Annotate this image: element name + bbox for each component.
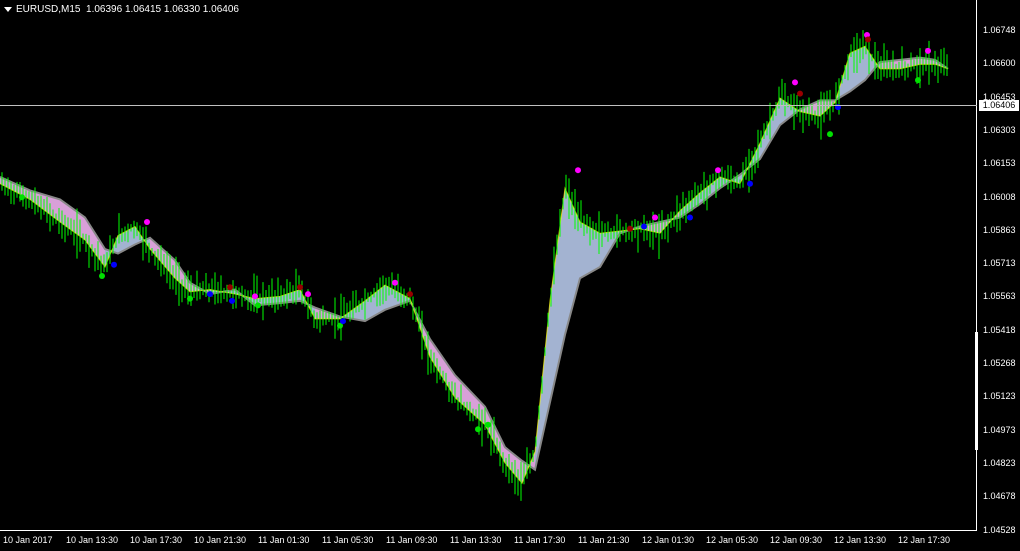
signal-dot (627, 225, 633, 232)
ohlc-label: 1.06396 1.06415 1.06330 1.06406 (86, 4, 239, 15)
time-axis-label: 12 Jan 09:30 (770, 535, 823, 545)
signal-dot (792, 79, 798, 86)
signal-dot (340, 318, 346, 325)
signal-dot (99, 273, 105, 280)
signal-dot (915, 77, 921, 84)
time-axis-label: 10 Jan 13:30 (66, 535, 119, 545)
time-axis-label: 11 Jan 01:30 (258, 535, 310, 545)
cloud-segment-down (505, 447, 522, 484)
price-axis-label: 1.06303 (983, 124, 1016, 135)
price-axis-label: 1.05863 (983, 224, 1016, 235)
time-axis-label: 12 Jan 05:30 (706, 535, 759, 545)
signal-dot (641, 223, 647, 230)
time-axis-label: 11 Jan 21:30 (578, 535, 630, 545)
signal-dot (227, 284, 233, 291)
price-axis-label: 1.04528 (983, 524, 1016, 535)
chart-window[interactable]: EURUSD,M15 1.06396 1.06415 1.06330 1.064… (0, 0, 1020, 551)
signal-dot (687, 214, 693, 221)
signal-dot (925, 47, 931, 54)
signal-dot (392, 279, 398, 286)
time-axis-label: 11 Jan 05:30 (322, 535, 374, 545)
time-axis-label: 12 Jan 01:30 (642, 535, 695, 545)
price-axis-label: 1.04973 (983, 424, 1016, 435)
signal-dot (305, 291, 311, 298)
signal-dot (827, 131, 833, 138)
price-axis-label: 1.05268 (983, 358, 1016, 368)
signal-dot (111, 261, 117, 268)
time-axis-label: 10 Jan 17:30 (130, 535, 183, 545)
time-axis-label: 10 Jan 2017 (3, 535, 53, 545)
signal-dot (747, 180, 753, 187)
cloud-segment-down (60, 199, 85, 241)
signal-dot (229, 297, 235, 304)
signal-dot (475, 426, 481, 433)
signal-dot (485, 421, 491, 428)
signal-dot (207, 291, 213, 298)
chart-header: EURUSD,M15 1.06396 1.06415 1.06330 1.064… (4, 4, 239, 15)
price-axis-label: 1.04678 (983, 491, 1016, 502)
symbol-label: EURUSD,M15 (16, 4, 81, 15)
price-chart[interactable] (0, 0, 1020, 551)
price-axis-label: 1.05418 (983, 324, 1016, 335)
signal-dots (19, 32, 931, 433)
candles (1, 30, 948, 501)
dropdown-triangle-icon[interactable] (4, 6, 12, 12)
price-axis-label: 1.05563 (983, 291, 1016, 302)
signal-dot (652, 214, 658, 221)
signal-dot (715, 167, 721, 174)
signal-dot (797, 90, 803, 97)
signal-dot (407, 291, 413, 298)
signal-dot (144, 218, 150, 225)
time-axis-label: 10 Jan 21:30 (194, 535, 247, 545)
signal-dot (865, 36, 871, 43)
price-axis-label: 1.06153 (983, 158, 1016, 169)
price-axis-label: 1.06748 (983, 25, 1016, 35)
signal-dot (575, 167, 581, 174)
signal-dot (19, 194, 25, 201)
price-axis-label: 1.06008 (983, 191, 1016, 202)
time-axis-label: 11 Jan 09:30 (386, 535, 438, 545)
time-axis-label: 11 Jan 13:30 (450, 535, 502, 545)
current-price-tag: 1.06406 (979, 100, 1019, 111)
time-axis-label: 12 Jan 13:30 (834, 535, 887, 545)
price-axis-label: 1.05123 (983, 391, 1016, 402)
signal-dot (297, 284, 303, 291)
price-axis-label: 1.06600 (983, 58, 1016, 69)
price-axis-label: 1.04823 (983, 457, 1016, 468)
price-axis-label: 1.05713 (983, 258, 1016, 269)
signal-dot (187, 295, 193, 302)
signal-dot (252, 293, 258, 300)
time-axis-label: 11 Jan 17:30 (514, 535, 566, 545)
time-axis-label: 12 Jan 17:30 (898, 535, 951, 545)
signal-dot (255, 302, 261, 309)
